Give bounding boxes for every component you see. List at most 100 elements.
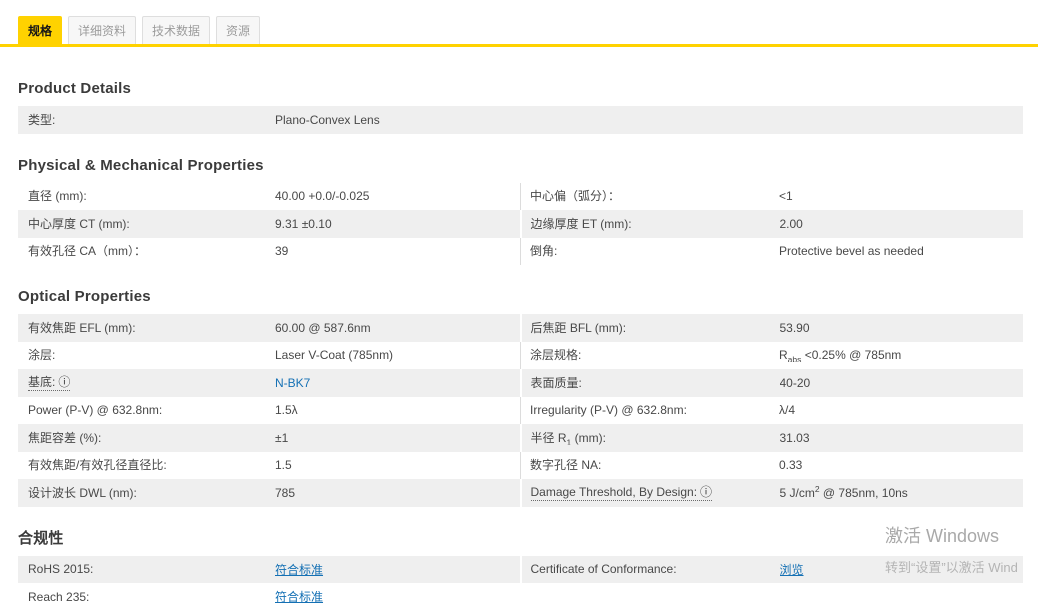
spec-label-text: 中心厚度 CT (mm): (28, 217, 130, 231)
spec-row: 类型: Plano-Convex Lens (18, 106, 1023, 134)
spec-value: 1.5λ (275, 403, 520, 417)
text-part: 1.5 (275, 458, 292, 473)
section-product-details: Product Details 类型: Plano-Convex Lens (18, 81, 1023, 134)
spec-value: 0.33 (779, 458, 1023, 472)
tab-details[interactable]: 详细资料 (68, 16, 137, 44)
text-part: 涂层规格: (530, 348, 582, 363)
spec-value-link[interactable]: 符合标准 (275, 590, 323, 604)
text-part: 表面质量: (530, 375, 582, 390)
info-icon[interactable]: ⓘ (58, 375, 70, 389)
spec-label: Irregularity (P-V) @ 632.8nm: (521, 403, 779, 417)
spec-label: 倒角: (521, 244, 779, 258)
text-part: 类型: (28, 112, 56, 127)
spec-value-link[interactable]: N-BK7 (275, 376, 310, 390)
text-part: 60.00 @ 587.6nm (275, 320, 371, 335)
tab-specifications[interactable]: 规格 (18, 16, 63, 44)
spec-label-text: 有效焦距 EFL (mm): (28, 321, 136, 335)
spec-value: Protective bevel as needed (779, 244, 1023, 258)
text-part: 中心偏（弧分）： (530, 189, 621, 204)
text-part: 基底: (28, 374, 56, 389)
spec-value: 31.03 (780, 431, 1024, 445)
spec-label-text: Power (P-V) @ 632.8nm: (28, 403, 162, 417)
spec-cell-left: 有效孔径 CA（mm）： 39 (18, 238, 520, 266)
spec-value: 53.90 (780, 321, 1024, 335)
spec-row: 基底: ⓘ N-BK7 表面质量: 40-20 (18, 369, 1023, 397)
text-part: @ 785nm, 10ns (819, 485, 908, 500)
spec-label-text: 涂层规格: (530, 348, 581, 362)
spec-label-text: 倒角: (530, 244, 557, 258)
spec-cell-left: 焦距容差 (%): ±1 (18, 424, 520, 452)
spec-value: 5 J/cm2 @ 785nm, 10ns (780, 486, 1024, 500)
text-part: λ/4 (779, 403, 796, 418)
text-part: 涂层: (28, 348, 56, 363)
text-part: (mm): (571, 430, 606, 445)
spec-label: 半径 R1 (mm): (522, 431, 780, 445)
spec-cell-right: 表面质量: 40-20 (519, 369, 1024, 397)
section-title: 合规性 (18, 529, 64, 547)
spec-label-text: 焦距容差 (%): (28, 431, 101, 445)
text-part: 9.31 ±0.10 (275, 216, 332, 231)
info-icon[interactable]: ⓘ (700, 485, 712, 499)
spec-label: 涂层: (18, 348, 275, 362)
section-title: Product Details (18, 80, 132, 97)
spec-row: 有效孔径 CA（mm）： 39 倒角: Protective bevel as nee… (18, 237, 1023, 266)
spec-value: 40-20 (780, 376, 1024, 390)
spec-cell-left: 中心厚度 CT (mm): 9.31 ±0.10 (18, 210, 520, 238)
text-part: Protective bevel as needed (779, 244, 924, 259)
spec-label-text[interactable]: 基底: ⓘ (28, 374, 71, 391)
spec-cell-left: Reach 235: 符合标准 (18, 583, 521, 611)
text-part: 中心厚度 CT (mm): (28, 216, 130, 231)
spec-cell-right: Certificate of Conformance: 浏览 (519, 555, 1024, 583)
spec-value: 60.00 @ 587.6nm (275, 321, 520, 335)
spec-row: RoHS 2015: 符合标准 Certificate of Conformance… (18, 555, 1024, 583)
spec-value-link[interactable]: 浏览 (780, 563, 804, 577)
text-part: 40.00 +0.0/-0.025 (275, 189, 370, 204)
spec-label-text: 设计波长 DWL (nm): (28, 486, 137, 500)
spec-label-text: 涂层: (28, 348, 55, 362)
text-part: Power (P-V) @ 632.8nm: (28, 403, 163, 418)
spec-row: 中心厚度 CT (mm): 9.31 ±0.10 边缘厚度 ET (mm): 2.00 (18, 210, 1023, 238)
spec-label: 有效孔径 CA（mm）： (18, 244, 275, 258)
spec-value-link[interactable]: 符合标准 (275, 563, 323, 577)
spec-label-text: 数字孔径 NA: (530, 458, 601, 472)
text-part: Plano-Convex Lens (275, 112, 380, 127)
spec-value: ±1 (275, 431, 520, 445)
text-part: 符合标准 (275, 562, 324, 577)
spec-label-text[interactable]: Damage Threshold, By Design: ⓘ (530, 485, 713, 501)
spec-label-text: RoHS 2015: (28, 562, 93, 576)
spec-cell-left: 类型: Plano-Convex Lens (18, 106, 1023, 134)
spec-label: Reach 235: (18, 590, 275, 604)
text-part: 5 J/cm (779, 485, 815, 500)
spec-label: Power (P-V) @ 632.8nm: (18, 403, 275, 417)
text-part: <1 (779, 189, 793, 204)
spec-label: Certificate of Conformance: (522, 562, 780, 576)
text-part: 浏览 (779, 562, 804, 577)
spec-label-text: Irregularity (P-V) @ 632.8nm: (530, 403, 687, 417)
tab-technical-data[interactable]: 技术数据 (142, 16, 211, 44)
section-physical-mechanical: Physical & Mechanical Properties 直径 (mm):… (18, 158, 1023, 266)
text-part: 2.00 (779, 216, 803, 231)
spec-label-text: 中心偏（弧分）： (530, 189, 620, 203)
spec-value: 39 (275, 244, 520, 258)
spec-cell-left: Power (P-V) @ 632.8nm: 1.5λ (18, 397, 520, 425)
spec-value: 符合标准 (275, 561, 520, 578)
spec-label: 有效焦距/有效孔径直径比: (18, 458, 275, 472)
spec-value: Plano-Convex Lens (275, 113, 1023, 127)
spec-row: 有效焦距 EFL (mm): 60.00 @ 587.6nm 后焦距 BFL (mm… (18, 314, 1023, 342)
text-part: 符合标准 (275, 590, 324, 605)
spec-label-text: 有效孔径 CA（mm）： (28, 244, 146, 258)
tab-resources[interactable]: 资源 (216, 16, 261, 44)
spec-cell-right: Irregularity (P-V) @ 632.8nm: λ/4 (520, 396, 1023, 424)
text-part: 焦距容差 (%): (28, 430, 102, 445)
spec-label-text: 后焦距 BFL (mm): (531, 321, 627, 335)
spec-value: <1 (779, 189, 1023, 203)
spec-cell-right: Damage Threshold, By Design: ⓘ 5 J/cm2 @ 7… (519, 479, 1024, 507)
spec-cell-left: 基底: ⓘ N-BK7 (18, 369, 520, 397)
spec-label: 表面质量: (522, 376, 780, 390)
spec-label: 基底: ⓘ (18, 375, 275, 391)
text-part: 0.33 (779, 458, 803, 473)
section-optical: Optical Properties 有效焦距 EFL (mm): 60.00 @ … (18, 289, 1023, 507)
text-part: Reach 235: (28, 589, 90, 604)
text-part: 数字孔径 NA: (530, 458, 602, 473)
text-part: Irregularity (P-V) @ 632.8nm: (530, 403, 687, 418)
